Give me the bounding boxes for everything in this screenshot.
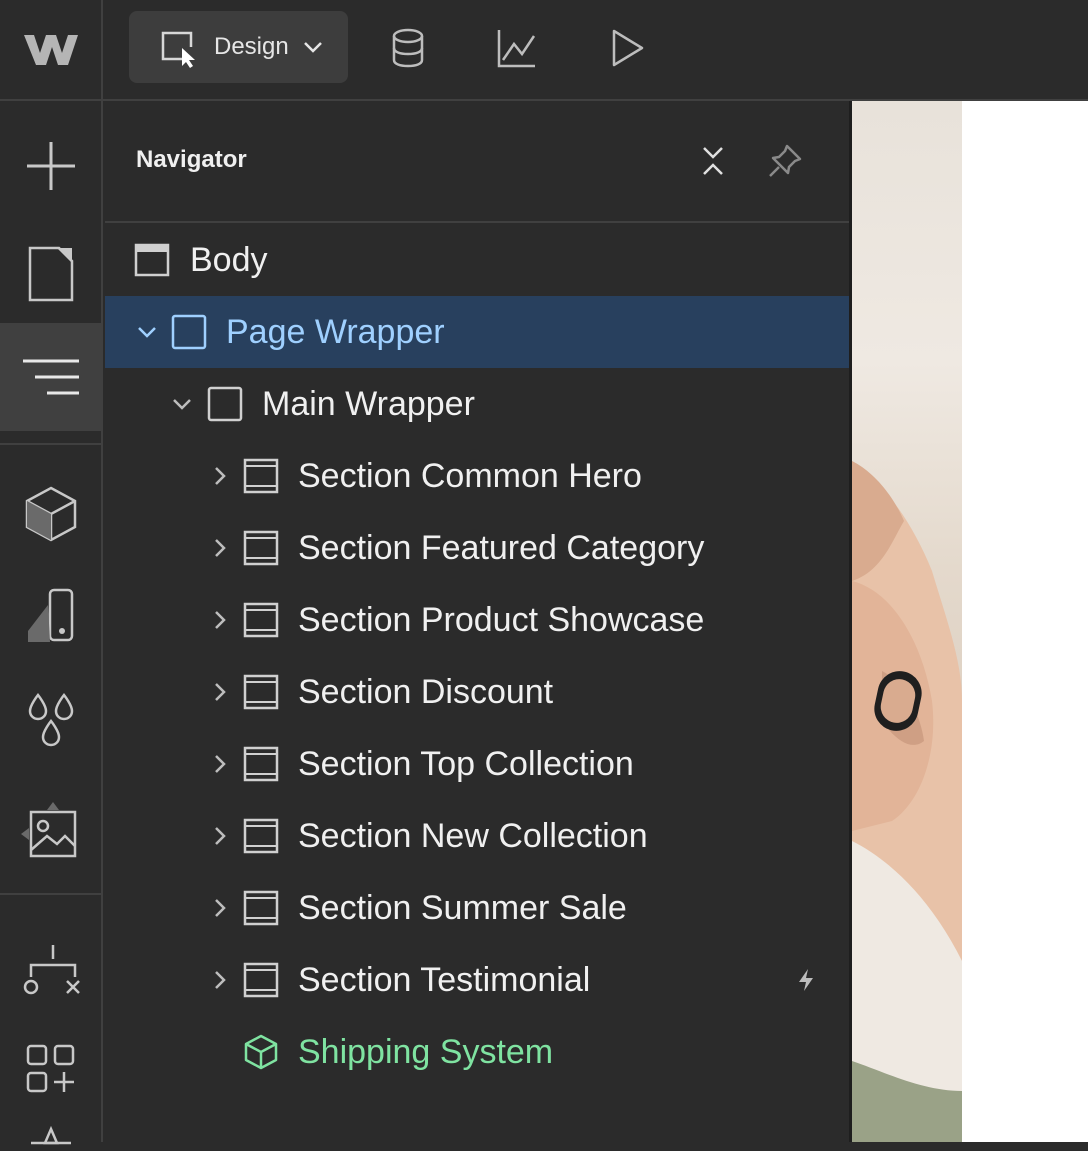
chevron-down-icon[interactable]	[136, 321, 158, 343]
tree-row-label: Section Discount	[298, 672, 554, 711]
chevron-right-icon[interactable]	[209, 537, 231, 559]
chevron-down-icon	[303, 42, 322, 53]
tree-row-body[interactable]: Body	[105, 224, 849, 296]
section-icon	[243, 746, 279, 782]
design-mode-icon	[161, 31, 195, 68]
sidebar-divider	[0, 443, 101, 445]
design-mode-button[interactable]: Design	[129, 11, 348, 83]
preview-play-icon[interactable]	[604, 26, 648, 70]
tree-row-label: Section New Collection	[298, 816, 648, 855]
tree-row-section[interactable]: Section Summer Sale	[105, 872, 849, 944]
tree-row-main-wrapper[interactable]: Main Wrapper	[105, 368, 849, 440]
sidebar-divider	[0, 893, 101, 895]
navigator-panel: Navigator Body Page Wrapper Main Wrapper	[105, 101, 849, 1142]
section-icon	[243, 602, 279, 638]
tree-row-label: Section Product Showcase	[298, 600, 705, 639]
tree-row-label: Section Common Hero	[298, 456, 642, 495]
left-sidebar	[0, 101, 103, 1145]
chevron-right-icon[interactable]	[209, 897, 231, 919]
style-selectors-icon[interactable]	[0, 566, 101, 666]
tree-row-section[interactable]: Section Testimonial	[105, 944, 849, 1016]
tree-row-component[interactable]: Shipping System	[105, 1016, 849, 1088]
components-icon[interactable]	[0, 466, 101, 561]
analytics-icon[interactable]	[494, 26, 538, 70]
canvas-hero-image	[852, 101, 962, 1142]
section-icon	[243, 962, 279, 998]
tree-row-label: Section Top Collection	[298, 744, 634, 783]
tree-row-label: Shipping System	[298, 1032, 554, 1071]
tree-row-section[interactable]: Section Featured Category	[105, 512, 849, 584]
top-toolbar: Design	[0, 0, 1088, 101]
apps-icon[interactable]	[0, 1026, 101, 1111]
tree-row-page-wrapper[interactable]: Page Wrapper	[105, 296, 849, 368]
div-block-icon	[207, 386, 243, 422]
div-block-icon	[171, 314, 207, 350]
variables-icon[interactable]	[0, 671, 101, 771]
more-icon[interactable]	[0, 1121, 101, 1151]
chevron-right-icon[interactable]	[209, 753, 231, 775]
tree-row-label: Section Summer Sale	[298, 888, 627, 927]
tree-row-section[interactable]: Section Common Hero	[105, 440, 849, 512]
panel-title: Navigator	[136, 146, 247, 173]
tree-row-section[interactable]: Section Discount	[105, 656, 849, 728]
chevron-right-icon[interactable]	[209, 825, 231, 847]
logic-icon[interactable]	[0, 921, 101, 1021]
mode-label: Design	[214, 33, 289, 60]
tree-row-section[interactable]: Section Product Showcase	[105, 584, 849, 656]
navigator-header: Navigator	[105, 101, 849, 223]
collapse-all-icon[interactable]	[693, 141, 733, 181]
section-icon	[243, 458, 279, 494]
webflow-logo-icon[interactable]	[0, 0, 103, 99]
tree-row-label: Section Testimonial	[298, 960, 591, 999]
navigator-icon[interactable]	[0, 323, 101, 431]
section-icon	[243, 818, 279, 854]
chevron-right-icon[interactable]	[209, 969, 231, 991]
section-icon	[243, 890, 279, 926]
chevron-down-icon[interactable]	[171, 393, 193, 415]
interaction-bolt-icon	[799, 969, 813, 991]
section-icon	[243, 530, 279, 566]
add-icon[interactable]	[0, 121, 101, 211]
tree-row-label: Body	[190, 240, 268, 279]
navigator-tree: Body Page Wrapper Main Wrapper Section C…	[105, 224, 849, 1088]
pages-icon[interactable]	[0, 226, 101, 321]
tree-row-label: Main Wrapper	[262, 384, 475, 423]
design-canvas[interactable]	[852, 101, 1088, 1142]
body-element-icon	[134, 243, 170, 277]
chevron-right-icon[interactable]	[209, 609, 231, 631]
tree-row-section[interactable]: Section New Collection	[105, 800, 849, 872]
tree-row-label: Section Featured Category	[298, 528, 705, 567]
chevron-right-icon[interactable]	[209, 465, 231, 487]
cms-database-icon[interactable]	[386, 26, 430, 70]
chevron-right-icon[interactable]	[209, 681, 231, 703]
section-icon	[243, 674, 279, 710]
tree-row-section[interactable]: Section Top Collection	[105, 728, 849, 800]
tree-row-label: Page Wrapper	[226, 312, 445, 351]
assets-icon[interactable]	[0, 781, 101, 881]
component-icon	[244, 1034, 278, 1070]
pin-icon[interactable]	[765, 141, 805, 181]
